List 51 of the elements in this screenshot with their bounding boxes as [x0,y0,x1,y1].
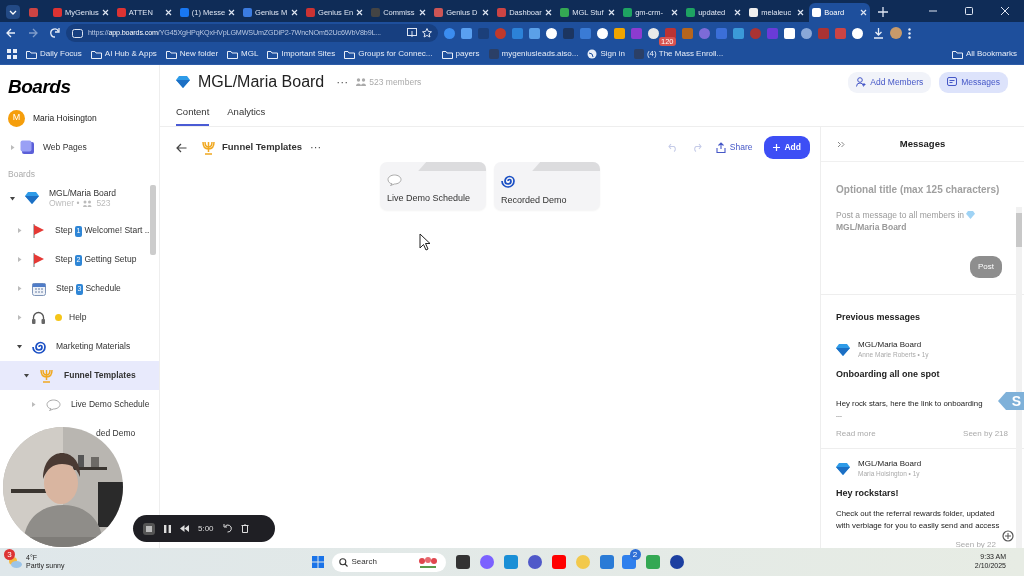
board-name: MGL/Maria Board [858,459,922,470]
bookmark[interactable]: Groups for Connec... [344,48,433,60]
bookmark[interactable]: Important Sites [267,48,336,60]
tree-item[interactable]: Live Demo Schedule [0,390,159,420]
tree-item[interactable]: Help [0,303,159,333]
board-name: MGL/Maria Board [858,340,923,352]
section-label: Boards [7,167,36,181]
share-button[interactable]: Share [715,141,753,154]
owner-label: Owner • [49,198,80,209]
bookmark[interactable]: All Bookmarks [951,48,1017,60]
messages-button[interactable]: Messages [939,72,1008,93]
bookmark[interactable]: mygeniusleads.aiso... [488,48,579,60]
add-members-button[interactable]: Add Members [848,72,932,93]
notification-badge: 2 [629,549,641,560]
message-title: Onboarding all one spot [836,367,941,381]
folder-card[interactable]: Live Demo Schedule [380,161,486,210]
tree-item[interactable]: ded Demo [96,427,136,441]
seen-count: Seen by 22 [955,538,996,548]
seen-count: Seen by 218 [963,428,1008,441]
folder-card[interactable]: Recorded Demo [494,161,600,210]
bookmark[interactable]: MGL [227,48,259,60]
tree-item[interactable]: Marketing Materials [0,332,159,362]
more-button[interactable]: ··· [336,73,349,92]
add-button[interactable]: Add [764,136,810,159]
folder-title: Funnel Templates [222,140,303,155]
section-heading: Previous messages [835,310,922,324]
member-count: 523 members [369,76,422,89]
board-title: MGL/Maria Board [198,72,325,93]
tree-item-title: MGL/Maria Board [49,187,117,199]
title-field[interactable]: Optional title (max 125 characters) [836,182,1002,198]
bookmark[interactable]: Sign in [587,48,625,60]
user-avatar: M [8,109,25,127]
tab[interactable]: Content [176,101,210,127]
logo: Boards [7,75,72,99]
recording-timer: 5:00 [198,522,214,535]
bookmark[interactable]: New folder [165,48,219,60]
notification-badge: 3 [4,549,15,560]
bookmark[interactable]: payers [441,48,480,60]
panel-title: Messages [898,137,947,152]
bookmark[interactable]: AI Hub & Apps [90,48,157,60]
search-field[interactable]: Search [331,552,446,572]
sidebar-item[interactable]: Web Pages [0,132,159,162]
post-button: Post [970,255,1002,278]
message-title: Hey rockstars! [836,486,900,500]
more-button[interactable]: ··· [310,139,322,156]
bookmark[interactable]: Daily Focus [26,48,82,60]
tab[interactable]: Analytics [227,101,266,127]
tree-item[interactable]: Funnel Templates [0,361,159,391]
bookmark[interactable]: (4) The Mass Enroll... [633,48,724,60]
member-count: 523 [96,198,111,209]
user-name: Maria Hoisington [33,111,97,125]
